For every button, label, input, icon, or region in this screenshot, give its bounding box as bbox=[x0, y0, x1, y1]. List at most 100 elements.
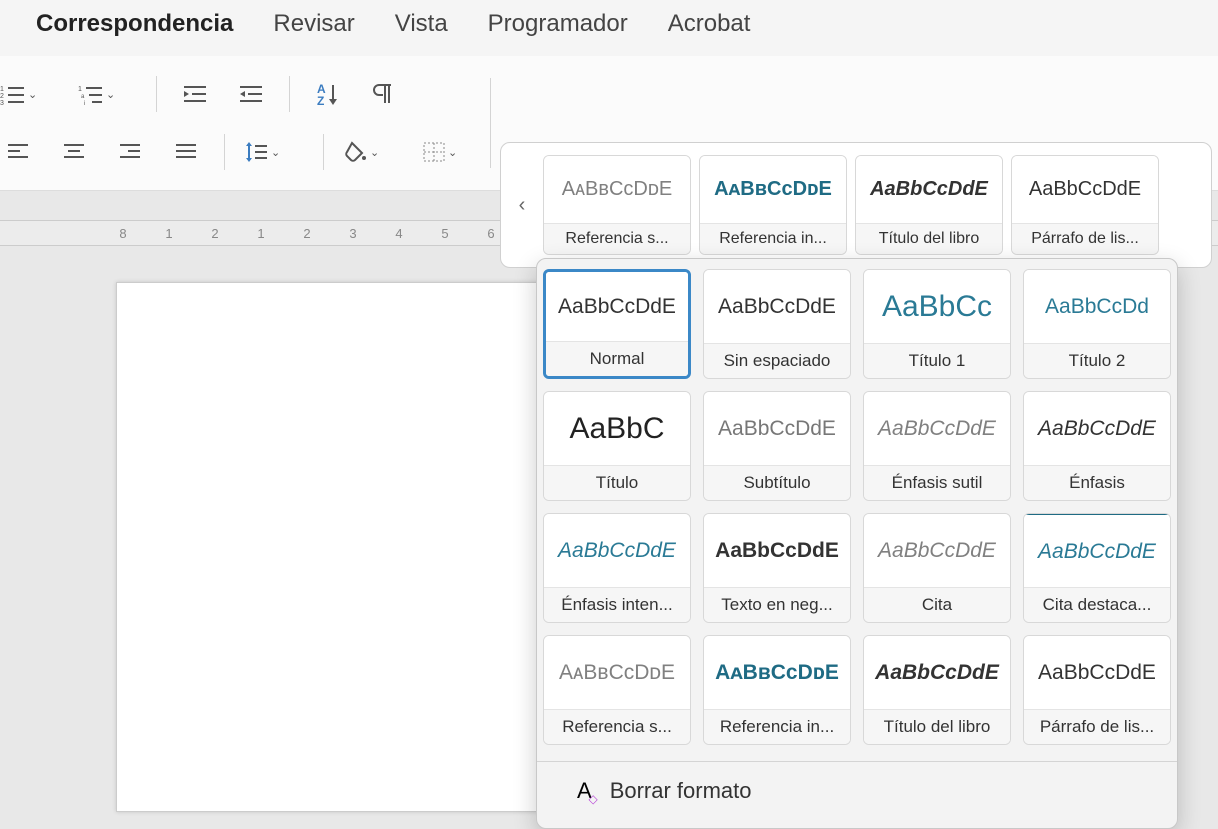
svg-text:1: 1 bbox=[78, 86, 82, 93]
decrease-indent-button[interactable] bbox=[177, 76, 213, 112]
clear-formatting-button[interactable]: A Borrar formato bbox=[537, 761, 1177, 818]
style-card[interactable]: AaBbCcDdENormal bbox=[543, 269, 691, 379]
style-label: Título bbox=[544, 466, 690, 500]
style-preview: AaBbC bbox=[544, 392, 690, 466]
chevron-down-icon: ⌄ bbox=[106, 88, 115, 101]
tab-programador[interactable]: Programador bbox=[488, 10, 628, 38]
style-card[interactable]: AaBbCcDdEPárrafo de lis... bbox=[1023, 635, 1171, 745]
style-card[interactable]: AaBbCcDdEÉnfasis sutil bbox=[863, 391, 1011, 501]
style-label: Sin espaciado bbox=[704, 344, 850, 378]
style-preview: AᴀBʙCᴄDᴅE bbox=[704, 636, 850, 710]
increase-indent-button[interactable] bbox=[233, 76, 269, 112]
chevron-down-icon: ⌄ bbox=[448, 146, 457, 159]
style-card-titulo-libro[interactable]: AaBbCcDdE Título del libro bbox=[855, 155, 1003, 255]
style-preview: AᴀBʙCᴄDᴅE bbox=[700, 156, 846, 224]
style-preview: AaBbCcDdE bbox=[1024, 392, 1170, 466]
ribbon-separator bbox=[490, 78, 491, 168]
borders-button[interactable]: ⌄ bbox=[422, 134, 480, 170]
align-center-button[interactable] bbox=[56, 134, 92, 170]
tab-revisar[interactable]: Revisar bbox=[273, 10, 354, 38]
style-label: Referencia s... bbox=[544, 710, 690, 744]
style-label: Normal bbox=[546, 342, 688, 376]
style-card-referencia-intensa[interactable]: AᴀBʙCᴄDᴅE Referencia in... bbox=[699, 155, 847, 255]
style-card[interactable]: AaBbCcDdEÉnfasis bbox=[1023, 391, 1171, 501]
style-label: Párrafo de lis... bbox=[1012, 224, 1158, 254]
style-preview: AaBbCcDdE bbox=[864, 514, 1010, 588]
chevron-down-icon: ⌄ bbox=[28, 88, 37, 101]
paragraph-marks-button[interactable] bbox=[366, 76, 402, 112]
styles-gallery-strip: ‹ AᴀBʙCᴄDᴅE Referencia s... AᴀBʙCᴄDᴅE Re… bbox=[500, 142, 1212, 268]
style-card[interactable]: AaBbCcDdTítulo 2 bbox=[1023, 269, 1171, 379]
style-label: Subtítulo bbox=[704, 466, 850, 500]
align-left-button[interactable] bbox=[0, 134, 36, 170]
style-preview: AaBbCcDdE bbox=[704, 270, 850, 344]
line-spacing-button[interactable]: ⌄ bbox=[245, 134, 303, 170]
style-preview: AaBbCc bbox=[864, 270, 1010, 344]
style-card-parrafo-lista[interactable]: AaBbCcDdE Párrafo de lis... bbox=[1011, 155, 1159, 255]
style-preview: AaBbCcDdE bbox=[704, 392, 850, 466]
style-preview: AaBbCcDdE bbox=[544, 514, 690, 588]
chevron-down-icon: ⌄ bbox=[271, 146, 280, 159]
style-preview: AaBbCcDdE bbox=[1024, 514, 1170, 588]
ribbon-toolbar: 123 ⌄ 1ai ⌄ AZ bbox=[0, 56, 1218, 191]
styles-grid: AaBbCcDdENormalAaBbCcDdESin espaciadoAaB… bbox=[547, 269, 1167, 745]
style-label: Cita destaca... bbox=[1024, 588, 1170, 622]
style-card[interactable]: AaBbCcDdESubtítulo bbox=[703, 391, 851, 501]
style-card[interactable]: AaBbCcTítulo 1 bbox=[863, 269, 1011, 379]
style-preview: AaBbCcDdE bbox=[856, 156, 1002, 224]
style-label: Título 2 bbox=[1024, 344, 1170, 378]
style-preview: AaBbCcDdE bbox=[864, 636, 1010, 710]
style-preview: AaBbCcDdE bbox=[1024, 636, 1170, 710]
align-right-button[interactable] bbox=[112, 134, 148, 170]
style-preview: AᴀBʙCᴄDᴅE bbox=[544, 636, 690, 710]
style-label: Cita bbox=[864, 588, 1010, 622]
style-preview: AᴀBʙCᴄDᴅE bbox=[544, 156, 690, 224]
style-label: Título 1 bbox=[864, 344, 1010, 378]
style-card[interactable]: AaBbCcDdETítulo del libro bbox=[863, 635, 1011, 745]
style-card[interactable]: AaBbCcDdETexto en neg... bbox=[703, 513, 851, 623]
style-label: Énfasis inten... bbox=[544, 588, 690, 622]
styles-gallery-dropdown: AaBbCcDdENormalAaBbCcDdESin espaciadoAaB… bbox=[536, 258, 1178, 829]
tab-acrobat[interactable]: Acrobat bbox=[668, 10, 751, 38]
svg-text:a: a bbox=[81, 94, 85, 100]
sort-button[interactable]: AZ bbox=[310, 76, 346, 112]
style-card[interactable]: AᴀBʙCᴄDᴅEReferencia s... bbox=[543, 635, 691, 745]
shading-button[interactable]: ⌄ bbox=[344, 134, 402, 170]
style-label: Énfasis bbox=[1024, 466, 1170, 500]
style-card[interactable]: AᴀBʙCᴄDᴅEReferencia in... bbox=[703, 635, 851, 745]
style-label: Referencia in... bbox=[700, 224, 846, 254]
style-preview: AaBbCcDdE bbox=[546, 272, 688, 342]
align-justify-button[interactable] bbox=[168, 134, 204, 170]
style-preview: AaBbCcDdE bbox=[704, 514, 850, 588]
svg-text:2: 2 bbox=[0, 93, 4, 100]
style-card-referencia-sutil[interactable]: AᴀBʙCᴄDᴅE Referencia s... bbox=[543, 155, 691, 255]
style-card[interactable]: AaBbCcDdECita bbox=[863, 513, 1011, 623]
style-label: Párrafo de lis... bbox=[1024, 710, 1170, 744]
clear-format-icon: A bbox=[577, 778, 592, 804]
style-label: Referencia in... bbox=[704, 710, 850, 744]
clear-format-label: Borrar formato bbox=[610, 778, 752, 804]
style-label: Énfasis sutil bbox=[864, 466, 1010, 500]
style-label: Texto en neg... bbox=[704, 588, 850, 622]
style-card[interactable]: AaBbCcDdESin espaciado bbox=[703, 269, 851, 379]
style-label: Referencia s... bbox=[544, 224, 690, 254]
style-preview: AaBbCcDdE bbox=[1012, 156, 1158, 224]
svg-text:i: i bbox=[84, 101, 85, 105]
style-preview: AaBbCcDdE bbox=[864, 392, 1010, 466]
chevron-down-icon: ⌄ bbox=[370, 146, 379, 159]
svg-text:Z: Z bbox=[317, 94, 324, 107]
tab-vista[interactable]: Vista bbox=[395, 10, 448, 38]
style-card[interactable]: AaBbCcDdEÉnfasis inten... bbox=[543, 513, 691, 623]
gallery-prev-button[interactable]: ‹ bbox=[509, 143, 535, 267]
ribbon-tabs: Correspondencia Revisar Vista Programado… bbox=[0, 0, 1218, 56]
style-label: Título del libro bbox=[864, 710, 1010, 744]
style-preview: AaBbCcDd bbox=[1024, 270, 1170, 344]
svg-text:3: 3 bbox=[0, 100, 4, 105]
numbered-list-button[interactable]: 123 ⌄ bbox=[0, 76, 58, 112]
tab-correspondencia[interactable]: Correspondencia bbox=[36, 10, 233, 38]
style-label: Título del libro bbox=[856, 224, 1002, 254]
style-card[interactable]: AaBbCTítulo bbox=[543, 391, 691, 501]
svg-text:1: 1 bbox=[0, 86, 4, 93]
multilevel-list-button[interactable]: 1ai ⌄ bbox=[78, 76, 136, 112]
style-card[interactable]: AaBbCcDdECita destaca... bbox=[1023, 513, 1171, 623]
